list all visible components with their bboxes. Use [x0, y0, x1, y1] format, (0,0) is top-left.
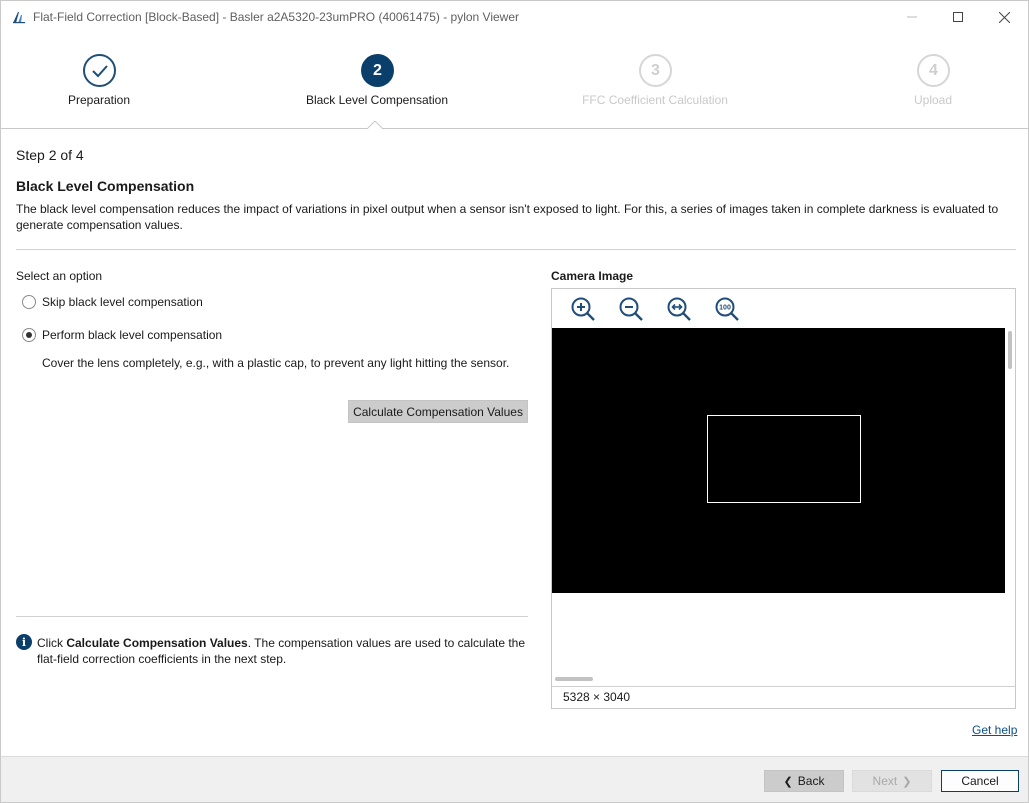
next-label: Next	[872, 774, 898, 788]
step-number: 4	[917, 54, 950, 87]
stepper-divider	[1, 128, 1028, 129]
image-resolution: 5328 × 3040	[563, 690, 631, 704]
step-label: FFC Coefficient Calculation	[582, 93, 728, 107]
camera-image-title: Camera Image	[551, 269, 634, 283]
radio-button-checked[interactable]	[22, 328, 36, 342]
skip-compensation-option[interactable]: Skip black level compensation	[22, 295, 203, 309]
zoom-out-button[interactable]	[617, 295, 645, 323]
radio-button[interactable]	[22, 295, 36, 309]
zoom-100-icon: 100	[715, 297, 739, 321]
back-label: Back	[797, 774, 825, 788]
wizard-stepper: Preparation 2 Black Level Compensation 3…	[1, 33, 1028, 129]
divider	[552, 686, 1015, 687]
step-label: Preparation	[67, 93, 131, 107]
next-button[interactable]: Next ❯	[852, 770, 932, 792]
chevron-left-icon: ❮	[783, 775, 793, 788]
minimize-button[interactable]	[889, 1, 935, 33]
calculate-compensation-button[interactable]: Calculate Compensation Values	[348, 400, 528, 423]
zoom-100-button[interactable]: 100	[713, 295, 741, 323]
active-step-indicator	[367, 121, 383, 129]
window-title: Flat-Field Correction [Block-Based] - Ba…	[33, 10, 520, 24]
wizard-footer: ❮ Back Next ❯ Cancel	[1, 756, 1028, 802]
camera-image-panel: 100 5328 × 3040	[551, 288, 1016, 709]
wizard-window: Flat-Field Correction [Block-Based] - Ba…	[0, 0, 1029, 803]
zoom-in-icon	[571, 297, 595, 321]
info-emphasis: Calculate Compensation Values	[66, 636, 248, 650]
step-label: Black Level Compensation	[305, 93, 449, 107]
roi-rectangle[interactable]	[707, 415, 861, 503]
zoom-fit-button[interactable]	[665, 295, 693, 323]
minimize-icon	[907, 16, 917, 18]
step-label: Upload	[913, 93, 953, 107]
image-toolbar: 100	[552, 289, 1015, 328]
maximize-icon	[953, 12, 963, 22]
instruction-text: Cover the lens completely, e.g., with a …	[42, 356, 510, 370]
step-counter: Step 2 of 4	[16, 147, 84, 163]
maximize-button[interactable]	[935, 1, 981, 33]
scrollbar-thumb[interactable]	[1008, 331, 1012, 369]
zoom-100-label: 100	[719, 305, 731, 312]
close-icon	[998, 11, 1010, 23]
title-bar: Flat-Field Correction [Block-Based] - Ba…	[1, 1, 1028, 33]
camera-image-view[interactable]	[552, 328, 1005, 593]
zoom-out-icon	[619, 297, 643, 321]
cancel-button[interactable]: Cancel	[941, 770, 1019, 792]
vertical-scrollbar[interactable]	[1005, 328, 1015, 593]
option-group-label: Select an option	[16, 269, 103, 283]
close-button[interactable]	[981, 1, 1027, 33]
chevron-right-icon: ❯	[902, 775, 912, 788]
page-title: Black Level Compensation	[16, 178, 195, 194]
zoom-in-button[interactable]	[569, 295, 597, 323]
horizontal-scrollbar-thumb[interactable]	[555, 677, 593, 681]
radio-label: Perform black level compensation	[42, 328, 223, 342]
info-prefix: Click	[37, 636, 67, 650]
pylon-app-icon	[13, 12, 25, 24]
get-help-link[interactable]: Get help	[972, 723, 1017, 737]
zoom-fit-icon	[667, 297, 691, 321]
step-complete-check-icon	[83, 54, 116, 87]
back-button[interactable]: ❮ Back	[764, 770, 844, 792]
divider	[16, 249, 1016, 250]
info-icon: i	[16, 634, 32, 650]
step-number: 2	[361, 54, 394, 87]
divider	[16, 616, 528, 617]
page-description: The black level compensation reduces the…	[16, 202, 999, 232]
step-number: 3	[639, 54, 672, 87]
radio-label: Skip black level compensation	[42, 295, 203, 309]
perform-compensation-option[interactable]: Perform black level compensation	[22, 328, 222, 342]
info-message: Click Calculate Compensation Values. The…	[37, 635, 532, 667]
